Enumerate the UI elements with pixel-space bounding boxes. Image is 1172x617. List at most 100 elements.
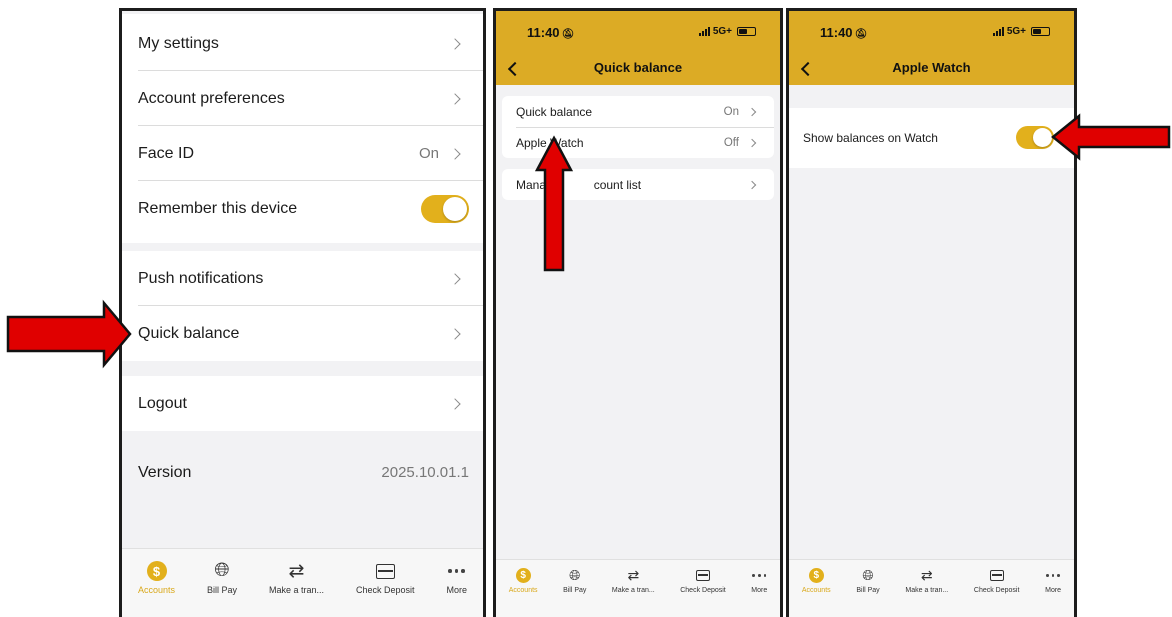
watch-card: Show balances on Watch bbox=[789, 108, 1074, 168]
settings-group-2: Push notifications Quick balance bbox=[122, 251, 483, 361]
dollar-icon: $ bbox=[146, 561, 167, 581]
row-quick-balance[interactable]: Quick balance bbox=[122, 306, 483, 361]
tab-make-a-transfer[interactable]: ⇄ Make a tran... bbox=[611, 567, 655, 594]
network-text: 5G+ bbox=[1006, 26, 1026, 37]
page-title: Apple Watch bbox=[892, 60, 971, 75]
row-label: Face ID bbox=[138, 144, 195, 162]
chevron-right-icon bbox=[449, 37, 461, 50]
tab-bar: $ Accounts 🌐︎ Bill Pay ⇄ Make a tran... … bbox=[789, 559, 1074, 617]
transfer-icon: ⇄ bbox=[920, 567, 933, 583]
dollar-icon: $ bbox=[515, 568, 531, 583]
tab-bill-pay[interactable]: 🌐︎ Bill Pay bbox=[206, 560, 237, 595]
toggle-knob bbox=[443, 196, 467, 221]
tab-label: Check Deposit bbox=[355, 585, 415, 595]
chevron-right-icon bbox=[747, 138, 757, 147]
dollar-icon: $ bbox=[808, 568, 824, 583]
check-deposit-icon bbox=[989, 570, 1004, 581]
row-label: Quick balance bbox=[138, 324, 240, 342]
tab-more[interactable]: More bbox=[446, 561, 467, 595]
signal-icon bbox=[698, 27, 710, 36]
arrow-up-to-apple-watch bbox=[534, 135, 574, 272]
tab-label: More bbox=[1045, 587, 1062, 594]
apple-watch-screen: 11:40 🔕︎ 5G+ Apple Watch Show balances on… bbox=[786, 8, 1077, 617]
check-deposit-icon bbox=[375, 564, 395, 579]
more-icon bbox=[1045, 568, 1061, 583]
page-title: Quick balance bbox=[593, 60, 683, 75]
time-text: 11:40 bbox=[820, 25, 853, 40]
row-label: Quick balance bbox=[516, 104, 593, 119]
row-push-notifications[interactable]: Push notifications bbox=[122, 251, 483, 306]
arrow-right-to-quick-balance bbox=[6, 299, 132, 369]
row-label: My settings bbox=[138, 34, 219, 52]
row-label: Push notifications bbox=[138, 269, 264, 287]
settings-group-1: My settings Account preferences Face ID … bbox=[122, 14, 483, 243]
bell-slash-icon: 🔕︎ bbox=[561, 29, 575, 40]
battery-icon bbox=[1031, 27, 1050, 36]
battery-icon bbox=[737, 27, 756, 36]
status-time: 11:40 🔕︎ bbox=[527, 25, 574, 40]
tab-label: Accounts bbox=[137, 585, 176, 595]
network-text: 5G+ bbox=[712, 26, 732, 37]
row-logout[interactable]: Logout bbox=[122, 376, 483, 431]
tab-label: Make a tran... bbox=[611, 587, 655, 594]
version-label: Version bbox=[138, 463, 192, 481]
row-quick-balance[interactable]: Quick balance On bbox=[502, 96, 774, 127]
tab-bar: $ Accounts 🌐︎ Bill Pay ⇄ Make a tran... … bbox=[496, 559, 780, 617]
quick-balance-screen: 11:40 🔕︎ 5G+ Quick balance Quick balance … bbox=[493, 8, 783, 617]
arrow-left-to-toggle bbox=[1051, 113, 1171, 161]
tab-check-deposit[interactable]: Check Deposit bbox=[680, 568, 726, 594]
tab-make-a-transfer[interactable]: ⇄ Make a tran... bbox=[905, 567, 949, 594]
settings-screen: My settings Account preferences Face ID … bbox=[119, 8, 486, 617]
label-end: count list bbox=[593, 177, 642, 192]
transfer-icon: ⇄ bbox=[288, 560, 305, 582]
tab-label: Check Deposit bbox=[973, 587, 1020, 594]
tab-bill-pay[interactable]: 🌐︎ Bill Pay bbox=[563, 567, 587, 594]
row-face-id[interactable]: Face ID On bbox=[122, 126, 483, 181]
tab-label: Accounts bbox=[508, 587, 538, 594]
chevron-right-icon bbox=[747, 180, 757, 189]
face-id-value: On bbox=[418, 145, 439, 162]
time-text: 11:40 bbox=[527, 25, 560, 40]
check-deposit-icon bbox=[696, 570, 710, 581]
row-label: Account preferences bbox=[138, 89, 285, 107]
tab-label: Make a tran... bbox=[905, 587, 949, 594]
row-my-settings[interactable]: My settings bbox=[122, 16, 483, 71]
remember-device-toggle[interactable] bbox=[421, 194, 469, 223]
globe-icon: 🌐︎ bbox=[569, 567, 581, 583]
row-value: On bbox=[723, 105, 739, 118]
chevron-right-icon bbox=[449, 92, 461, 105]
tab-label: More bbox=[446, 585, 467, 595]
signal-icon bbox=[992, 27, 1004, 36]
status-indicators: 5G+ bbox=[698, 26, 756, 37]
tab-label: Bill Pay bbox=[206, 585, 237, 595]
row-label: Logout bbox=[138, 394, 187, 412]
tab-check-deposit[interactable]: Check Deposit bbox=[356, 561, 415, 595]
header: 11:40 🔕︎ 5G+ Quick balance bbox=[496, 11, 780, 85]
chevron-right-icon bbox=[449, 272, 461, 285]
transfer-icon: ⇄ bbox=[627, 567, 640, 583]
chevron-right-icon bbox=[449, 397, 461, 410]
bell-slash-icon: 🔕︎ bbox=[854, 29, 868, 40]
tab-label: Bill Pay bbox=[563, 587, 587, 594]
row-label: Remember this device bbox=[138, 199, 298, 217]
row-account-preferences[interactable]: Account preferences bbox=[122, 71, 483, 126]
tab-label: Accounts bbox=[801, 587, 831, 594]
tab-accounts[interactable]: $ Accounts bbox=[138, 561, 175, 595]
settings-group-3: Logout bbox=[122, 376, 483, 431]
more-icon bbox=[752, 568, 767, 583]
header: 11:40 🔕︎ 5G+ Apple Watch bbox=[789, 11, 1074, 85]
chevron-right-icon bbox=[747, 107, 757, 116]
tab-label: Check Deposit bbox=[680, 587, 726, 594]
tab-accounts[interactable]: $ Accounts bbox=[509, 568, 538, 594]
globe-icon: 🌐︎ bbox=[214, 560, 230, 581]
tab-make-a-transfer[interactable]: ⇄ Make a tran... bbox=[269, 560, 324, 596]
tab-check-deposit[interactable]: Check Deposit bbox=[973, 568, 1020, 594]
tab-accounts[interactable]: $ Accounts bbox=[802, 568, 831, 594]
version-row: Version 2025.10.01.1 bbox=[122, 445, 483, 500]
tab-more[interactable]: More bbox=[1045, 568, 1061, 594]
status-indicators: 5G+ bbox=[992, 26, 1050, 37]
tab-bar: $ Accounts 🌐︎ Bill Pay ⇄ Make a tran... … bbox=[122, 548, 483, 617]
tab-label: More bbox=[751, 587, 768, 594]
tab-more[interactable]: More bbox=[751, 568, 767, 594]
tab-bill-pay[interactable]: 🌐︎ Bill Pay bbox=[856, 567, 879, 594]
